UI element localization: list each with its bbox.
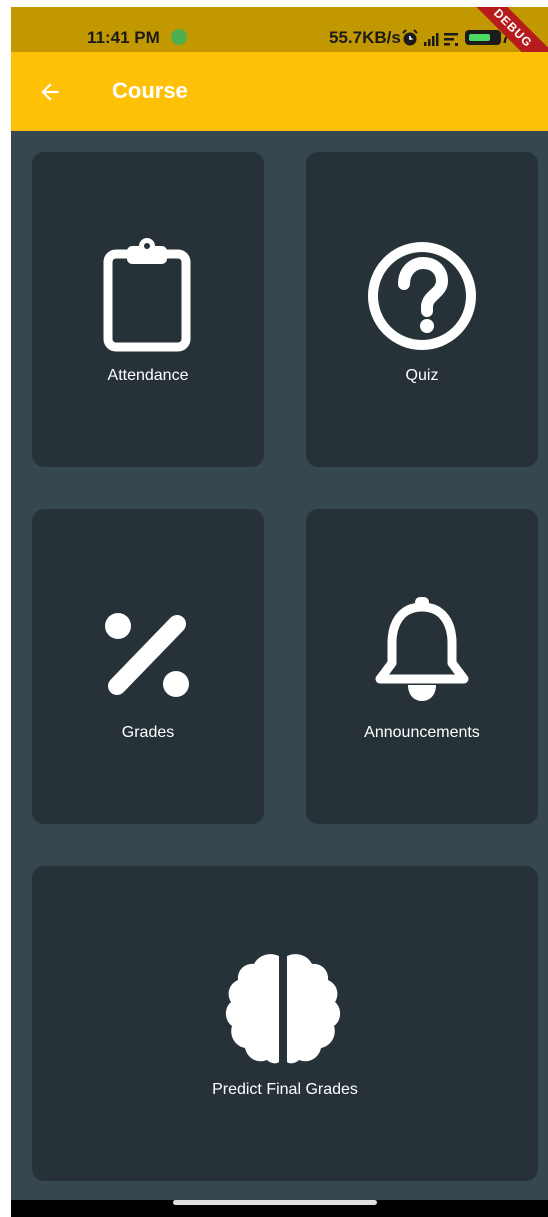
network-speed: 55.7KB/s [329,28,401,47]
home-indicator[interactable] [173,1200,377,1205]
attendance-card[interactable]: Attendance [32,152,264,467]
arrow-back-icon [41,83,59,101]
grades-card[interactable]: Grades [32,509,264,824]
attendance-label: Attendance [107,367,189,384]
signal-icon [424,33,439,46]
brain-icon [225,954,341,1064]
app-bar: Course [11,52,548,131]
percent-icon [105,613,189,697]
status-bar: 11:41 PM 55.7KB/s DEBUG [11,7,548,89]
help-circle-icon [368,242,476,350]
page-title: Course [112,78,188,103]
announcements-card[interactable]: Announcements [306,509,538,824]
predict-final-grades-card[interactable]: Predict Final Grades [32,866,538,1181]
battery-icon [465,30,501,45]
app-screen: 11:41 PM 55.7KB/s DEBUG Course Attendanc… [11,7,548,1217]
alarm-icon [402,29,418,46]
clipboard-icon [103,238,191,352]
status-icons [402,29,458,46]
quiz-card[interactable]: Quiz [306,152,538,467]
grades-label: Grades [121,724,175,741]
battery-level [469,34,490,41]
wifi-icon [444,33,458,46]
predict-final-grades-label: Predict Final Grades [212,1081,358,1098]
back-button[interactable] [32,74,68,110]
android-notification-icon [171,29,187,45]
announcements-label: Announcements [364,724,480,741]
bell-icon [375,597,469,701]
quiz-label: Quiz [405,367,439,384]
status-time: 11:41 PM [87,28,160,47]
